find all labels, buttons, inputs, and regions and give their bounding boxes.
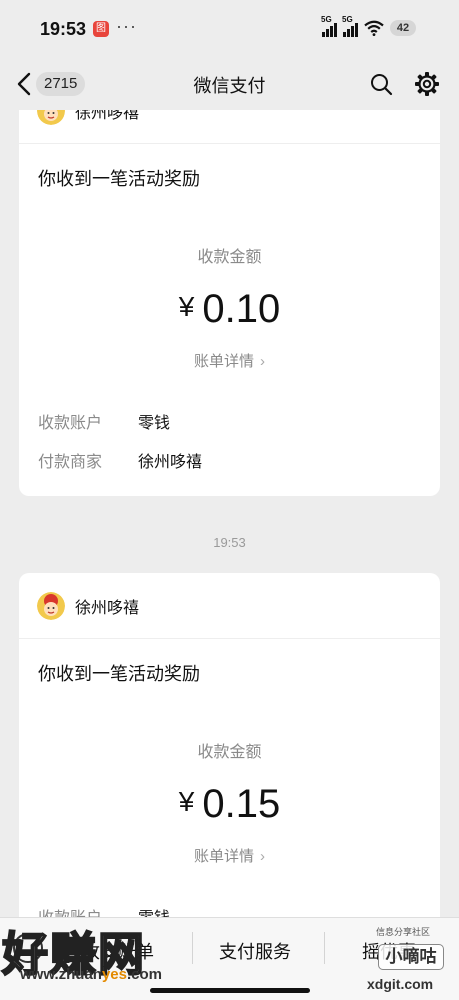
amount-label: 收款金额: [197, 249, 262, 266]
chevron-right-icon: ›: [260, 848, 265, 865]
currency-symbol: ¥: [178, 786, 195, 817]
watermark-caption: 信息分享社区: [376, 927, 431, 937]
payer-row: 付款商家 徐州哆禧: [19, 448, 440, 472]
watermark-url-part: www.zhuan: [20, 966, 102, 983]
watermark-url-highlight: yes: [101, 966, 127, 983]
unread-count-badge[interactable]: 2715: [36, 72, 86, 96]
bill-detail-label: 账单详情: [193, 353, 254, 370]
bill-detail-label: 账单详情: [193, 848, 254, 865]
amount-value: ¥0.15: [19, 782, 440, 827]
account-key: 收款账户: [38, 415, 103, 432]
message-timestamp: 19:53: [213, 535, 246, 550]
amount-label: 收款金额: [197, 744, 262, 761]
menu-divider: [324, 932, 325, 964]
app-notification-icon: 图: [93, 21, 109, 37]
nav-bar: 2715 微信支付: [0, 58, 459, 110]
wechat-pay-screen: 19:53 图 ··· 5G 5G 42 2715 微信支付 徐州哆禧 你收到一…: [0, 0, 459, 1000]
wifi-icon: [364, 20, 384, 36]
status-bar: 19:53 图 ··· 5G 5G 42: [0, 0, 459, 58]
status-time: 19:53: [40, 19, 87, 39]
merchant-name: 徐州哆禧: [75, 599, 140, 617]
payer-value: 徐州哆禧: [138, 454, 203, 471]
message-title: 你收到一笔活动奖励: [38, 664, 200, 684]
watermark-url-right: xdgit.com: [367, 976, 434, 992]
watermark-url: www.zhuanyes.com: [20, 966, 162, 983]
amount-value: ¥0.10: [19, 287, 440, 332]
search-icon[interactable]: [369, 72, 393, 96]
signal-label: 5G: [342, 15, 353, 24]
back-arrow-icon[interactable]: [14, 71, 36, 97]
currency-symbol: ¥: [178, 291, 195, 322]
signal-label: 5G: [321, 15, 332, 24]
home-indicator[interactable]: [150, 988, 310, 993]
signal-icon: 5G: [342, 15, 358, 37]
watermark-badge: 小嘀咕: [378, 944, 444, 970]
menu-item-pay-services[interactable]: 支付服务: [219, 938, 291, 964]
battery-icon: 42: [390, 20, 416, 36]
amount-number: 0.10: [202, 287, 281, 331]
signal-icon: 5G: [321, 15, 337, 37]
watermark-url-part: .com: [126, 966, 162, 983]
account-row: 收款账户 零钱: [19, 409, 440, 433]
chevron-right-icon: ›: [260, 353, 265, 370]
amount-number: 0.15: [202, 782, 281, 826]
gear-icon[interactable]: [414, 71, 440, 97]
message-title: 你收到一笔活动奖励: [38, 169, 200, 189]
payer-key: 付款商家: [38, 454, 103, 471]
card-header: 徐州哆禧: [19, 573, 440, 639]
bill-detail-link[interactable]: 账单详情 ›: [19, 350, 440, 371]
payment-message-card[interactable]: 徐州哆禧 你收到一笔活动奖励 收款金额 ¥0.10 账单详情 › 收款账户 零钱 …: [19, 78, 440, 496]
bill-detail-link[interactable]: 账单详情 ›: [19, 845, 440, 866]
status-indicators: 5G 5G 42: [321, 15, 416, 37]
merchant-avatar: [37, 591, 65, 620]
menu-divider: [192, 932, 193, 964]
more-notifications-icon: ···: [116, 16, 137, 36]
account-value: 零钱: [138, 415, 171, 432]
